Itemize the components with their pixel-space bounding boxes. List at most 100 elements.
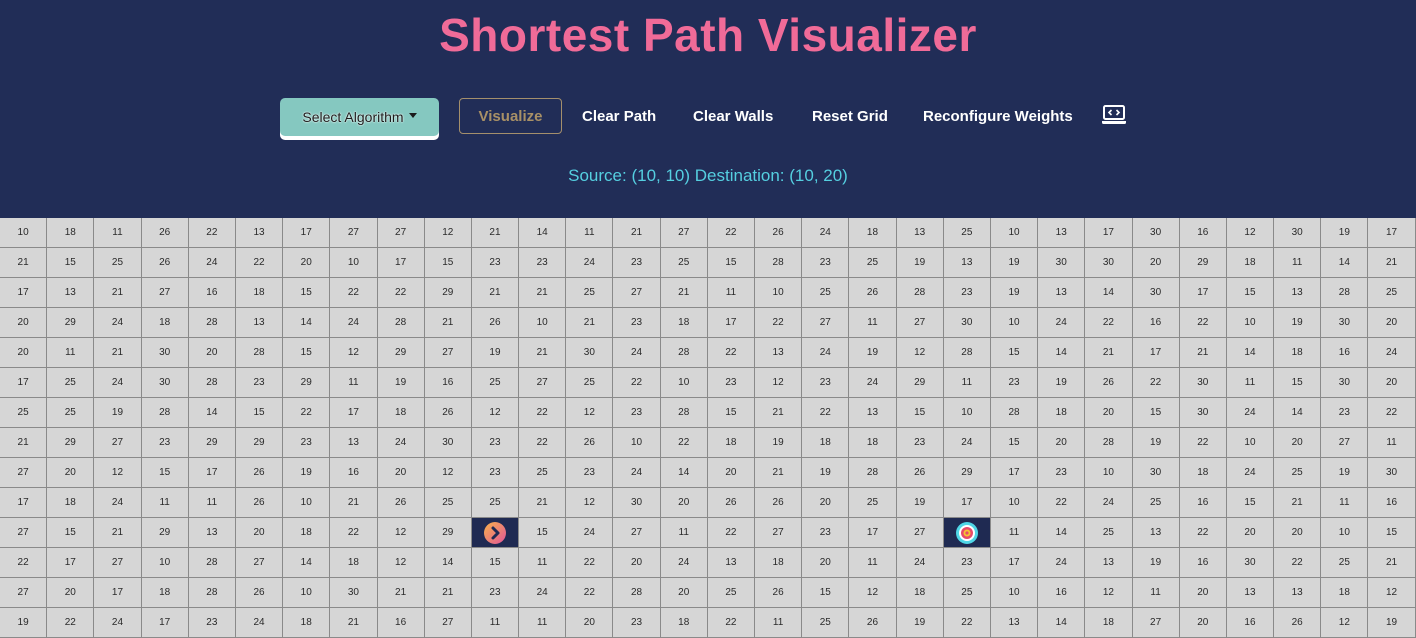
grid-cell[interactable]: 26 <box>1274 608 1322 638</box>
grid-cell[interactable]: 21 <box>471 278 520 308</box>
grid-cell[interactable]: 19 <box>1038 368 1086 398</box>
grid-cell[interactable]: 22 <box>519 398 567 428</box>
grid-cell[interactable]: 30 <box>943 308 991 338</box>
grid-cell[interactable]: 17 <box>990 548 1039 578</box>
grid-cell[interactable]: 20 <box>566 608 614 638</box>
grid-cell[interactable]: 18 <box>755 548 803 578</box>
grid-cell[interactable]: 27 <box>0 518 48 548</box>
grid-cell[interactable]: 30 <box>1321 368 1369 398</box>
grid-cell[interactable]: 17 <box>377 248 425 278</box>
grid-cell[interactable]: 26 <box>424 398 472 428</box>
grid-cell[interactable]: 17 <box>707 308 755 338</box>
grid-cell[interactable]: 30 <box>330 578 378 608</box>
grid-cell[interactable]: 16 <box>1368 488 1416 518</box>
grid-cell[interactable]: 20 <box>1085 398 1133 428</box>
grid-cell[interactable]: 19 <box>283 458 331 488</box>
grid-cell[interactable]: 19 <box>990 278 1039 308</box>
grid-cell[interactable]: 22 <box>283 398 331 428</box>
grid-cell[interactable]: 14 <box>424 548 472 578</box>
grid-cell[interactable]: 21 <box>94 278 142 308</box>
grid-cell[interactable]: 18 <box>1085 608 1133 638</box>
grid-cell[interactable]: 23 <box>188 608 236 638</box>
reset-grid-button[interactable]: Reset Grid <box>812 98 888 134</box>
grid-cell[interactable]: 11 <box>849 308 897 338</box>
grid-cell[interactable]: 17 <box>1132 338 1180 368</box>
grid-cell[interactable]: 30 <box>141 338 189 368</box>
grid-cell[interactable]: 16 <box>1226 608 1275 638</box>
grid-cell[interactable]: 22 <box>707 518 755 548</box>
grid-cell[interactable]: 24 <box>1368 338 1416 368</box>
grid-cell[interactable]: 20 <box>660 488 708 518</box>
grid-cell[interactable]: 30 <box>1132 278 1180 308</box>
grid-cell[interactable]: 15 <box>471 548 520 578</box>
grid-cell[interactable]: 30 <box>1179 398 1227 428</box>
grid-cell[interactable]: 19 <box>0 608 48 638</box>
grid-cell[interactable]: 27 <box>660 218 708 248</box>
grid-cell[interactable]: 24 <box>188 248 236 278</box>
grid-cell[interactable]: 10 <box>943 398 991 428</box>
grid-cell[interactable]: 20 <box>707 458 755 488</box>
grid-cell[interactable]: 15 <box>424 248 472 278</box>
grid-cell[interactable]: 24 <box>1085 488 1133 518</box>
grid-cell[interactable]: 22 <box>0 548 48 578</box>
grid-cell[interactable]: 12 <box>1085 578 1133 608</box>
grid-cell[interactable]: 25 <box>566 278 614 308</box>
grid-cell[interactable]: 18 <box>660 308 708 338</box>
grid-cell[interactable]: 14 <box>1274 398 1322 428</box>
grid-cell[interactable]: 15 <box>283 278 331 308</box>
grid-cell[interactable]: 27 <box>377 218 425 248</box>
grid-cell[interactable]: 20 <box>283 248 331 278</box>
grid-cell[interactable]: 16 <box>188 278 236 308</box>
grid-cell[interactable]: 23 <box>802 368 850 398</box>
grid-cell[interactable]: 26 <box>141 218 189 248</box>
grid-cell[interactable]: 22 <box>330 278 378 308</box>
grid-cell[interactable]: 23 <box>802 248 850 278</box>
grid-cell[interactable]: 28 <box>188 368 236 398</box>
grid-cell[interactable]: 22 <box>707 608 755 638</box>
grid-cell[interactable]: 22 <box>566 578 614 608</box>
grid-cell[interactable]: 22 <box>519 428 567 458</box>
grid-cell[interactable]: 12 <box>471 398 520 428</box>
grid-cell[interactable]: 21 <box>660 278 708 308</box>
grid-cell[interactable]: 11 <box>943 368 991 398</box>
grid-cell[interactable]: 10 <box>990 578 1039 608</box>
grid-cell[interactable]: 19 <box>471 338 520 368</box>
grid-cell[interactable]: 28 <box>1321 278 1369 308</box>
grid-cell[interactable]: 18 <box>1274 338 1322 368</box>
grid-cell[interactable]: 24 <box>330 308 378 338</box>
grid-cell[interactable]: 22 <box>1274 548 1322 578</box>
grid-cell[interactable]: 26 <box>849 278 897 308</box>
grid-cell[interactable]: 18 <box>283 518 331 548</box>
grid-cell[interactable]: 21 <box>1179 338 1227 368</box>
grid-cell[interactable]: 27 <box>0 458 48 488</box>
grid-cell[interactable]: 12 <box>755 368 803 398</box>
grid-cell[interactable]: 29 <box>47 308 95 338</box>
grid-cell[interactable]: 15 <box>47 518 95 548</box>
grid-cell[interactable]: 23 <box>283 428 331 458</box>
grid-cell[interactable]: 30 <box>1321 308 1369 338</box>
grid-cell[interactable]: 15 <box>47 248 95 278</box>
grid-cell[interactable]: 13 <box>755 338 803 368</box>
grid-cell[interactable]: 24 <box>896 548 944 578</box>
grid-cell[interactable]: 20 <box>47 458 95 488</box>
grid-cell[interactable]: 21 <box>330 488 378 518</box>
grid-cell[interactable]: 30 <box>613 488 661 518</box>
grid-cell[interactable]: 18 <box>1179 458 1227 488</box>
grid-cell[interactable]: 17 <box>188 458 236 488</box>
grid-cell[interactable]: 20 <box>660 578 708 608</box>
grid-cell[interactable]: 11 <box>47 338 95 368</box>
grid-cell[interactable]: 22 <box>1132 368 1180 398</box>
grid-cell[interactable]: 13 <box>943 248 991 278</box>
grid-cell[interactable]: 30 <box>1368 458 1416 488</box>
grid-cell[interactable]: 27 <box>755 518 803 548</box>
grid-cell[interactable]: 28 <box>377 308 425 338</box>
grid-cell[interactable]: 17 <box>1368 218 1416 248</box>
grid-cell[interactable]: 11 <box>1274 248 1322 278</box>
grid-cell[interactable]: 15 <box>1226 488 1275 518</box>
grid-cell[interactable]: 21 <box>519 488 567 518</box>
grid-cell[interactable]: 28 <box>188 548 236 578</box>
grid-cell[interactable]: 14 <box>1321 248 1369 278</box>
grid-cell[interactable]: 25 <box>707 578 755 608</box>
grid-cell[interactable]: 20 <box>1038 428 1086 458</box>
grid-cell[interactable]: 19 <box>849 338 897 368</box>
